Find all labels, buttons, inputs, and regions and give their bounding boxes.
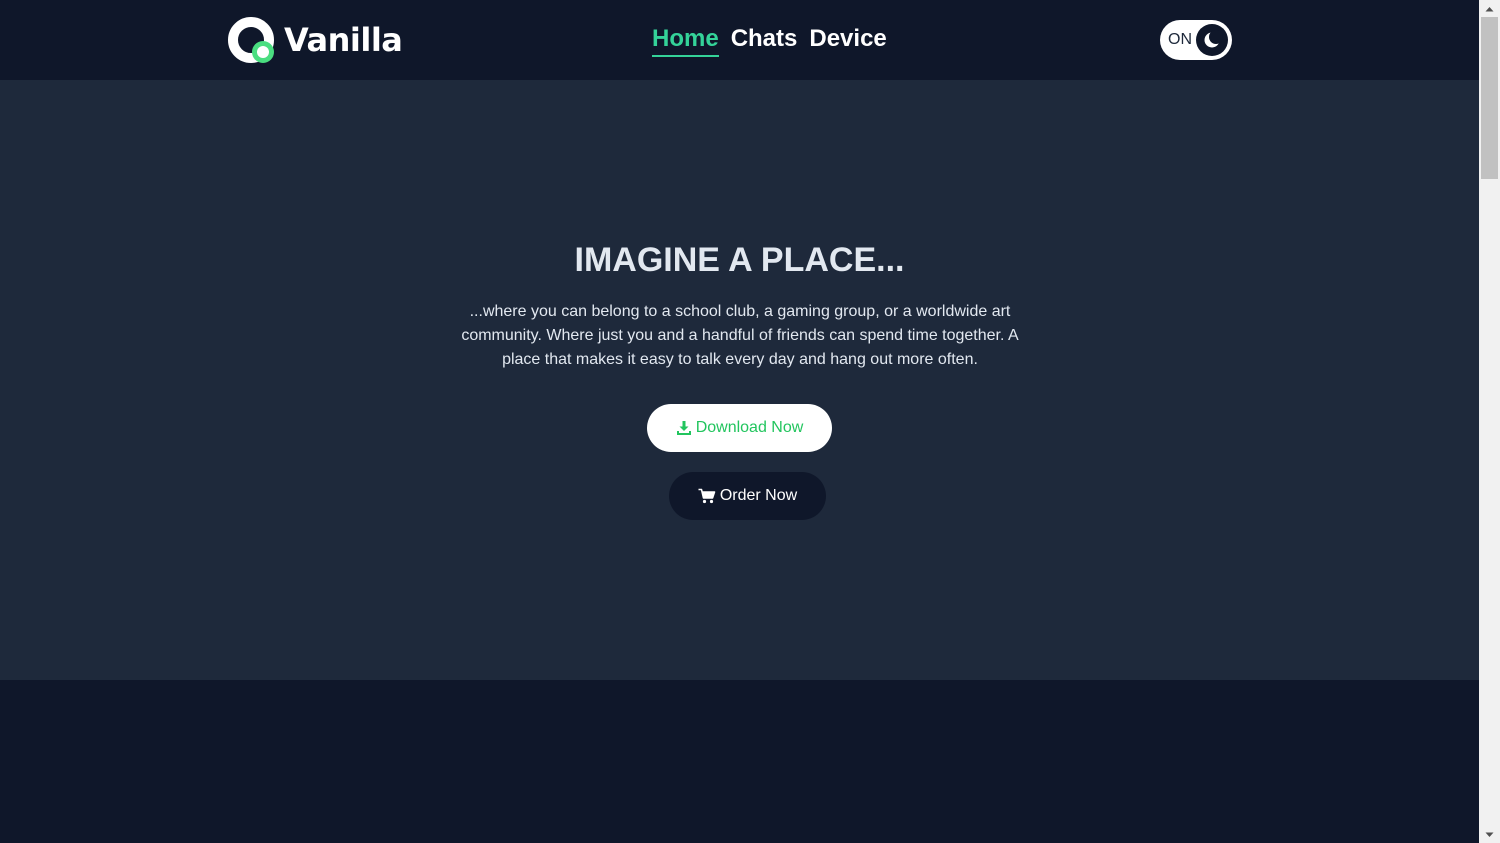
theme-toggle-label: ON xyxy=(1168,31,1192,48)
moon-icon xyxy=(1196,24,1228,56)
main-nav: Home Chats Device xyxy=(652,24,887,57)
nav-chats[interactable]: Chats xyxy=(731,24,798,57)
download-now-button[interactable]: Download Now xyxy=(647,404,832,452)
vertical-scrollbar[interactable] xyxy=(1479,0,1500,843)
logo-link[interactable]: Vanilla xyxy=(228,16,403,64)
hero-section: IMAGINE A PLACE... ...where you can belo… xyxy=(0,80,1479,680)
scrollbar-thumb[interactable] xyxy=(1481,17,1498,179)
page-content: Vanilla Home Chats Device ON IMAGINE A P… xyxy=(0,0,1479,843)
nav-device[interactable]: Device xyxy=(809,24,886,57)
nav-home[interactable]: Home xyxy=(652,24,719,57)
next-section xyxy=(0,680,1479,843)
download-now-label: Download Now xyxy=(695,419,804,436)
order-now-label: Order Now xyxy=(719,487,798,504)
order-now-button[interactable]: Order Now xyxy=(669,472,826,520)
site-header: Vanilla Home Chats Device ON xyxy=(0,0,1479,80)
logo-icon xyxy=(228,16,276,64)
logo-text: Vanilla xyxy=(284,21,403,59)
hero-description: ...where you can belong to a school club… xyxy=(461,303,1019,368)
scroll-up-icon[interactable] xyxy=(1479,0,1500,17)
cart-icon xyxy=(698,488,716,504)
theme-toggle[interactable]: ON xyxy=(1160,20,1232,60)
download-icon xyxy=(676,420,692,436)
page: Vanilla Home Chats Device ON IMAGINE A P… xyxy=(0,0,1500,843)
hero-title: IMAGINE A PLACE... xyxy=(574,241,905,279)
scroll-down-icon[interactable] xyxy=(1479,826,1500,843)
